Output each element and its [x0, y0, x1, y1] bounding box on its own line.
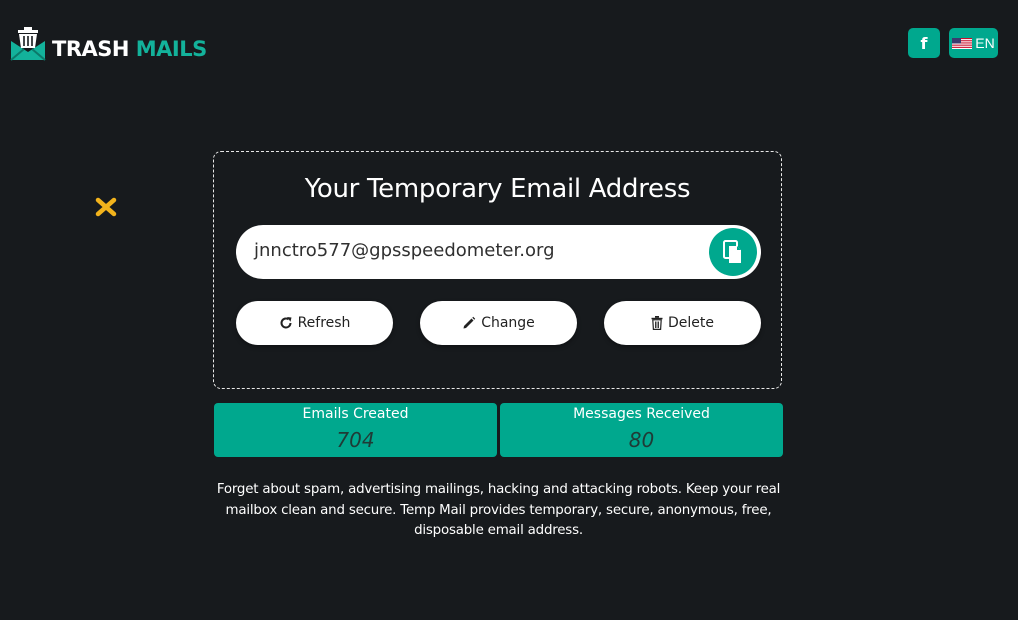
facebook-icon: f [920, 33, 928, 53]
messages-received-value: 80 [628, 428, 655, 452]
site-logo[interactable]: TRASH MAILS [10, 26, 207, 62]
page: TRASH MAILS f EN Your Temporary Email Ad… [0, 0, 1018, 620]
messages-received-stat: Messages Received 80 [500, 403, 783, 457]
facebook-button[interactable]: f [908, 28, 940, 58]
refresh-button[interactable]: Refresh [236, 301, 393, 345]
description-text: Forget about spam, advertising mailings,… [216, 482, 781, 538]
email-address-field[interactable]: jnnctro577@gpsspeedometer.org [236, 225, 761, 279]
card-title: Your Temporary Email Address [304, 174, 691, 204]
email-address-text[interactable]: jnnctro577@gpsspeedometer.org [254, 240, 555, 261]
change-label: Change [481, 315, 535, 331]
logo-word-mails: MAILS [135, 36, 207, 61]
emails-created-label: Emails Created [302, 406, 409, 422]
language-label: EN [975, 35, 995, 51]
close-x-icon[interactable] [94, 195, 118, 219]
emails-created-stat: Emails Created 704 [214, 403, 497, 457]
us-flag-icon [952, 37, 973, 49]
delete-label: Delete [668, 315, 714, 331]
language-selector[interactable]: EN [949, 28, 998, 58]
refresh-icon [280, 317, 292, 329]
emails-created-value: 704 [336, 428, 375, 452]
logo-word-trash: TRASH [52, 36, 129, 61]
refresh-label: Refresh [297, 315, 351, 331]
trash-mail-logo-icon [10, 27, 46, 61]
trash-icon [651, 316, 663, 330]
delete-button[interactable]: Delete [604, 301, 761, 345]
messages-received-label: Messages Received [573, 406, 710, 422]
pencil-icon [463, 316, 476, 329]
temp-email-card: Your Temporary Email Address jnnctro577@… [213, 151, 782, 389]
change-button[interactable]: Change [420, 301, 577, 345]
copy-email-button[interactable] [709, 228, 757, 276]
copy-icon [723, 240, 741, 263]
